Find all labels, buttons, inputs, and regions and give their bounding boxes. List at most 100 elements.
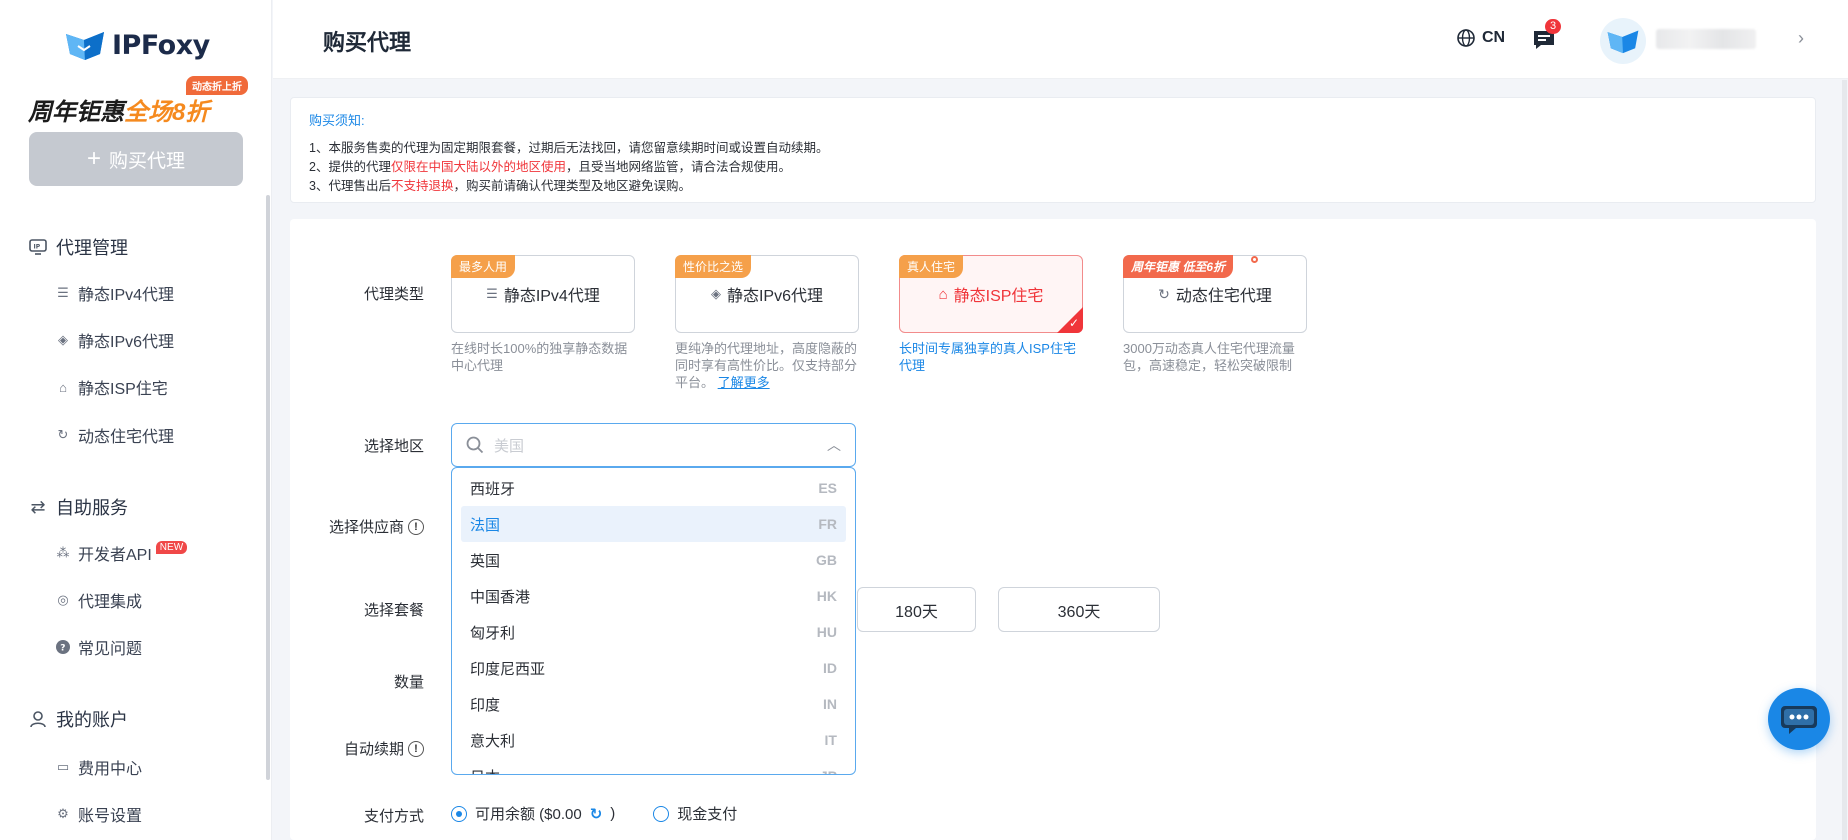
new-badge: NEW <box>155 540 188 554</box>
region-option[interactable]: 法国 FR <box>461 506 846 542</box>
type-card-static-ipv4[interactable]: 最多人用 ☰ 静态IPv4代理 <box>451 255 635 333</box>
promo-banner[interactable]: 动态折上折 周年钜惠全场8折 <box>28 74 248 126</box>
type-desc-static-isp: 长时间专属独享的真人ISP住宅代理 <box>899 341 1076 373</box>
chat-bubble-icon <box>1781 706 1817 734</box>
label-plan: 选择套餐 <box>363 602 424 619</box>
sidebar-item-label: 代理集成 <box>78 594 143 611</box>
cycle-icon: ↻ <box>1158 285 1170 302</box>
region-option[interactable]: 印度 IN <box>461 686 846 722</box>
plus-icon: + <box>86 145 101 172</box>
chevron-up-icon: ︿ <box>827 437 841 453</box>
type-card-label: 静态IPv4代理 <box>503 288 600 305</box>
sidebar-item-dynamic-residential[interactable]: ↻ 动态住宅代理 <box>56 423 174 447</box>
home-icon: ⌂ <box>938 285 948 303</box>
type-card-static-isp[interactable]: 真人住宅 ⌂ 静态ISP住宅 ✓ <box>899 255 1083 333</box>
nav-section-my-account[interactable]: 我的账户 <box>28 706 128 732</box>
sidebar-item-label: 开发者API <box>78 547 152 564</box>
svg-text:?: ? <box>60 644 65 654</box>
region-name: 日本 <box>470 766 500 775</box>
question-icon: ? <box>56 640 70 654</box>
info-icon[interactable]: ! <box>408 740 424 757</box>
api-nodes-icon: ⁂ <box>56 545 70 560</box>
sidebar-item-faq[interactable]: ? 常见问题 <box>56 635 142 659</box>
label-auto-renew: 自动续期 ! <box>294 738 424 759</box>
balance-close: ) <box>610 805 616 822</box>
region-name: 中国香港 <box>470 588 531 606</box>
region-option[interactable]: 日本 JP <box>461 758 846 775</box>
purchase-notice: 购买须知: 1、本服务售卖的代理为固定期限套餐，过期后无法找回，请您留意续期时间… <box>290 97 1816 203</box>
plan-option-180[interactable]: 180天 <box>857 587 976 632</box>
region-name: 法国 <box>470 516 501 534</box>
balance-label: 可用余额 ($0.00 <box>475 806 582 823</box>
brand-logo[interactable]: IPFoxy <box>64 28 210 62</box>
region-option[interactable]: 中国香港 HK <box>461 578 846 614</box>
type-card-static-ipv6[interactable]: 性价比之选 ◈ 静态IPv6代理 <box>675 255 859 333</box>
language-label: CN <box>1482 29 1506 46</box>
region-name: 西班牙 <box>470 480 516 498</box>
type-card-label: 静态IPv6代理 <box>726 288 824 305</box>
refresh-icon[interactable]: ↻ <box>590 805 603 823</box>
notice-line-1: 1、本服务售卖的代理为固定期限套餐，过期后无法找回，请您留意续期时间或设置自动续… <box>309 141 829 155</box>
label-supplier: 选择供应商 ! <box>294 516 424 537</box>
region-code: ES <box>818 480 837 496</box>
plan-label: 360天 <box>1057 603 1101 621</box>
nav-section-self-service[interactable]: ⇄ 自助服务 <box>28 494 128 520</box>
region-option[interactable]: 英国 GB <box>461 542 846 578</box>
type-desc-static-ipv4: 在线时长100%的独享静态数据中心代理 <box>451 341 628 373</box>
payment-options: 可用余额 ($0.00 ↻ ) 现金支付 <box>451 803 737 824</box>
notice-line-3: 3、代理售出后不支持退换，购买前请确认代理类型及地区避免误购。 <box>309 175 691 194</box>
sidebar-item-proxy-integration[interactable]: ◎ 代理集成 <box>56 588 142 612</box>
sidebar-item-static-ipv6[interactable]: ◈ 静态IPv6代理 <box>56 328 174 352</box>
page-title: 购买代理 <box>323 30 412 55</box>
notice-line-2b: ，且受当地网络监管，请合法合规使用。 <box>565 160 791 174</box>
nav-section-proxy-management[interactable]: IP 代理管理 <box>28 234 128 260</box>
sidebar-item-static-ipv4[interactable]: ☰ 静态IPv4代理 <box>56 281 174 305</box>
sidebar-item-developer-api[interactable]: ⁂ 开发者API NEW <box>56 540 188 565</box>
nav-section-label: 代理管理 <box>56 238 128 258</box>
region-option[interactable]: 西班牙 ES <box>461 470 846 506</box>
region-code: GB <box>816 552 837 568</box>
region-option[interactable]: 匈牙利 HU <box>461 614 846 650</box>
sidebar-item-static-isp[interactable]: ⌂ 静态ISP住宅 <box>56 375 168 399</box>
type-card-label: 动态住宅代理 <box>1175 288 1272 305</box>
region-placeholder: 美国 <box>494 437 525 455</box>
cash-label: 现金支付 <box>677 806 738 823</box>
region-option[interactable]: 印度尼西亚 ID <box>461 650 846 686</box>
type-tag: 周年钜惠 低至6折 <box>1123 255 1234 278</box>
chat-support-button[interactable] <box>1768 688 1830 750</box>
notice-line-2-red: 仅限在中国大陆以外的地区使用 <box>390 160 566 174</box>
radio-cash[interactable] <box>653 805 670 822</box>
type-tag: 性价比之选 <box>675 255 752 278</box>
region-option[interactable]: 意大利 IT <box>461 722 846 758</box>
fox-avatar-icon <box>1607 30 1639 54</box>
sidebar: IPFoxy 动态折上折 周年钜惠全场8折 + 购买代理 IP 代理管理 ☰ 静… <box>0 0 272 840</box>
notice-line-3b: ，购买前请确认代理类型及地区避免误购。 <box>453 179 691 193</box>
globe-icon <box>1457 29 1475 47</box>
type-desc-static-ipv6: 更纯净的代理地址，高度隐蔽的同时享有高性价比。仅支持部分平台。 了解更多 <box>675 340 860 391</box>
region-dropdown[interactable]: 西班牙 ES 法国 FR 英国 GB 中国香港 HK 匈牙利 HU 印度尼西亚 … <box>451 467 856 775</box>
buy-proxy-button[interactable]: + 购买代理 <box>29 132 243 186</box>
region-code: IN <box>823 696 837 712</box>
notice-line-3a: 3、代理售出后 <box>309 179 391 193</box>
region-name: 意大利 <box>470 732 516 750</box>
sidebar-item-label: 动态住宅代理 <box>78 429 175 446</box>
language-switch[interactable]: CN <box>1456 28 1505 48</box>
radio-balance[interactable] <box>451 805 467 822</box>
learn-more-link[interactable]: 了解更多 <box>718 375 770 390</box>
plan-option-360[interactable]: 360天 <box>998 587 1160 632</box>
sidebar-item-account-settings[interactable]: ⚙ 账号设置 <box>56 802 142 826</box>
server-icon: ☰ <box>57 285 69 300</box>
sidebar-scrollbar[interactable] <box>266 195 270 780</box>
avatar[interactable] <box>1600 18 1646 64</box>
sidebar-item-billing[interactable]: ▭ 费用中心 <box>56 755 142 779</box>
tag-dot <box>1251 256 1258 263</box>
region-select[interactable]: 美国 ︿ <box>451 423 856 467</box>
type-card-dynamic-residential[interactable]: 周年钜惠 低至6折 ↻ 动态住宅代理 <box>1123 255 1307 333</box>
svg-text:IP: IP <box>34 244 41 251</box>
main-scrollbar[interactable] <box>1842 80 1847 840</box>
region-code: ID <box>823 660 837 676</box>
chevron-right-icon[interactable]: › <box>1798 28 1804 49</box>
region-name: 印度尼西亚 <box>470 660 546 678</box>
sidebar-item-label: 账号设置 <box>78 808 143 825</box>
info-icon[interactable]: ! <box>408 518 424 535</box>
